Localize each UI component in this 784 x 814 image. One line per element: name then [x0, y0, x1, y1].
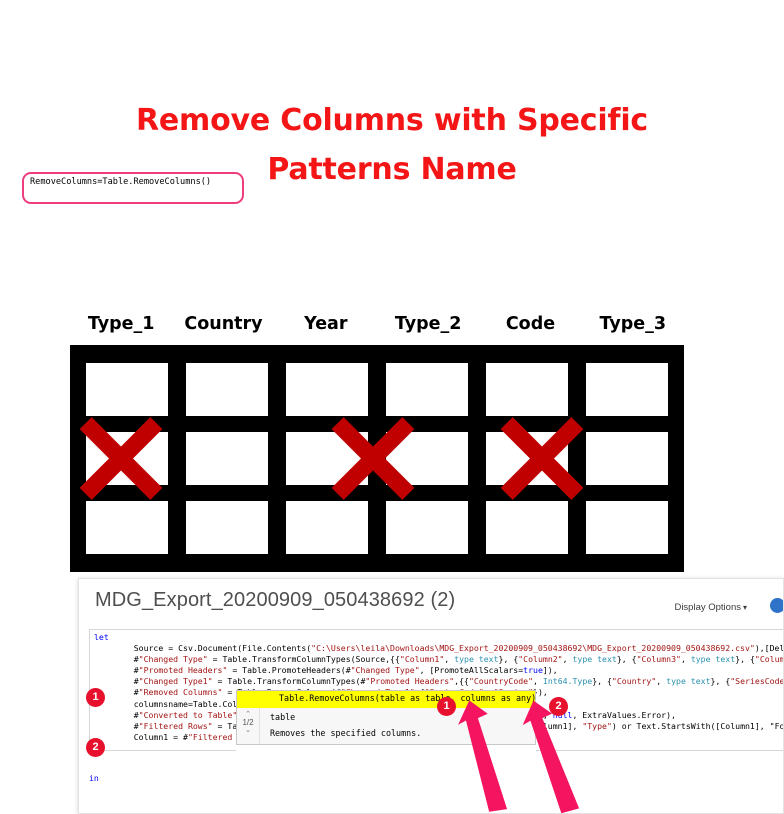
- grid-cell: [386, 432, 468, 485]
- column-header-type-2: Type_2: [394, 314, 462, 334]
- grid-cell: [586, 363, 668, 416]
- chevron-down-icon[interactable]: ⌄: [237, 727, 259, 735]
- grid-cell: [86, 501, 168, 554]
- grid-cell: [586, 432, 668, 485]
- help-circle-icon[interactable]: [770, 598, 783, 613]
- grid-cell: [486, 432, 568, 485]
- grid-cell: [286, 432, 368, 485]
- callout-badge-2-right: 2: [549, 697, 568, 716]
- table-row: [86, 432, 668, 485]
- column-header-country: Country: [184, 314, 263, 334]
- callout-arrow-1: [458, 700, 508, 812]
- chevron-down-icon: ▾: [742, 603, 747, 612]
- formula-edit-value[interactable]: RemoveColumns=Table.RemoveColumns(): [30, 177, 211, 187]
- grid-cell: [286, 363, 368, 416]
- code-line-let: let: [94, 632, 109, 642]
- code-line-promoted-headers: #"Promoted Headers" = Table.PromoteHeade…: [114, 665, 558, 676]
- grid-cell: [386, 501, 468, 554]
- grid-cell: [486, 363, 568, 416]
- column-header-type-1: Type_1: [87, 314, 155, 334]
- editor-header: MDG_Export_20200909_050438692 (2) Displa…: [79, 579, 783, 625]
- intellisense-pager[interactable]: ⌃ 1/2 ⌄: [237, 708, 260, 744]
- grid-cell: [486, 501, 568, 554]
- code-keyword-in: in: [89, 773, 99, 784]
- table-row: [86, 501, 668, 554]
- diagram-column-headers: Type_1 Country Year Type_2 Code Type_3: [70, 311, 684, 343]
- grid-cell: [86, 432, 168, 485]
- grid-cell: [186, 432, 268, 485]
- callout-arrow-2: [522, 700, 580, 814]
- column-header-year: Year: [304, 314, 348, 334]
- grid-cell: [386, 363, 468, 416]
- callout-badge-1-right: 1: [437, 697, 456, 716]
- grid-cell: [186, 501, 268, 554]
- grid-cell: [286, 501, 368, 554]
- intellisense-page-count: 1/2: [242, 718, 254, 727]
- page-title-line-1: Remove Columns with Specific: [135, 103, 648, 138]
- callout-badge-1-left: 1: [86, 688, 105, 707]
- code-line-changed-type1: #"Changed Type1" = Table.TransformColumn…: [114, 676, 784, 687]
- column-header-type-3: Type_3: [599, 314, 667, 334]
- grid-cell: [86, 363, 168, 416]
- table-grid-diagram: [70, 345, 684, 572]
- table-row: [86, 363, 668, 416]
- code-line-changed-type: #"Changed Type" = Table.TransformColumnT…: [114, 654, 784, 665]
- column-header-code: Code: [505, 314, 556, 334]
- code-line-source: Source = Csv.Document(File.Contents("C:\…: [114, 643, 784, 654]
- callout-badge-2-left: 2: [86, 738, 105, 757]
- display-options-label: Display Options: [674, 602, 741, 613]
- grid-cell: [186, 363, 268, 416]
- grid-cell: [586, 501, 668, 554]
- display-options-button[interactable]: Display Options ▾: [674, 602, 747, 613]
